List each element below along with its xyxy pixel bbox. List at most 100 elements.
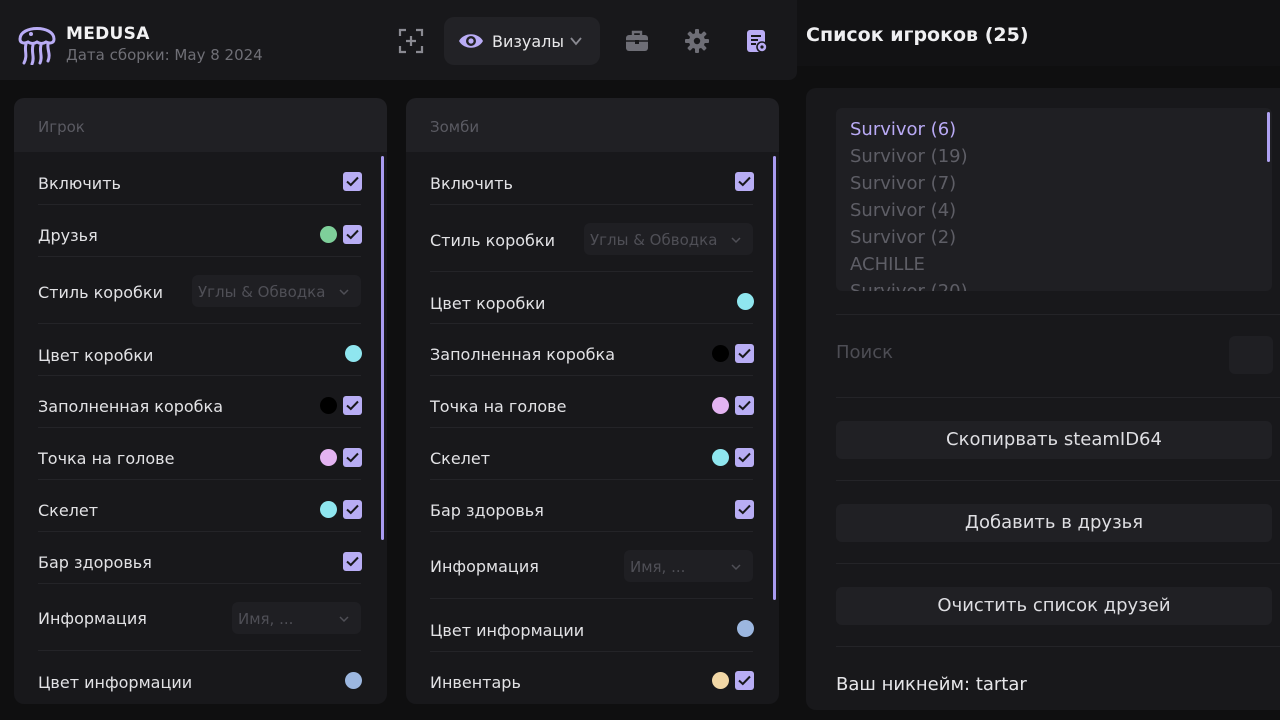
select-value: Имя, ... [630,558,686,576]
player-info-row: Информация Имя, ... [38,584,361,651]
row-label: Скелет [38,501,99,520]
row-label: Цвет коробки [38,346,154,365]
player-skeleton-row: Скелет [38,480,362,532]
zombie-head-dot-row: Точка на голове [430,376,754,428]
head-dot-color-swatch[interactable] [320,449,337,466]
row-label: Цвет коробки [430,294,546,313]
zombie-inventory-checkbox[interactable] [735,671,754,690]
player-filled-box-checkbox[interactable] [343,396,362,415]
zombie-inventory-row: Инвентарь [430,652,754,704]
brand-title: MEDUSA [66,24,150,44]
select-value: Имя, ... [238,610,294,628]
box-color-swatch[interactable] [737,293,754,310]
info-color-swatch[interactable] [737,620,754,637]
player-list-item[interactable]: Survivor (2) [850,227,956,248]
divider [836,563,1280,564]
crosshair-icon[interactable] [398,28,424,54]
player-list-item[interactable]: Survivor (20) [850,281,968,291]
box-color-swatch[interactable] [345,345,362,362]
row-label: Бар здоровья [430,501,544,520]
filled-box-color-swatch[interactable] [320,397,337,414]
row-label: Точка на голове [38,449,175,468]
briefcase-icon[interactable] [624,28,650,54]
zombie-health-bar-checkbox[interactable] [735,500,754,519]
row-label: Стиль коробки [430,231,555,250]
player-box-color-row: Цвет коробки [38,324,362,376]
player-box-style-select[interactable]: Углы & Обводка [192,275,361,307]
zombie-box-style-row: Стиль коробки Углы & Обводка [430,205,753,272]
zombie-panel-title: Зомби [406,98,779,152]
inventory-color-swatch[interactable] [712,672,729,689]
nickname-label: Ваш никнейм: tartar [836,674,1027,695]
zombie-info-select[interactable]: Имя, ... [624,550,753,582]
visuals-tab-button[interactable]: Визуалы [444,17,600,65]
zombie-panel-scrollbar[interactable] [773,156,776,600]
player-list-item[interactable]: Survivor (7) [850,173,956,194]
search-input[interactable] [1229,336,1273,374]
player-list-title: Список игроков (25) [806,24,1029,46]
friends-color-swatch[interactable] [320,226,337,243]
select-value: Углы & Обводка [198,283,326,301]
row-label: Информация [38,609,147,628]
zombie-enable-checkbox[interactable] [735,172,754,191]
row-label: Точка на голове [430,397,567,416]
player-friends-checkbox[interactable] [343,225,362,244]
player-info-color-row: Цвет информации [38,651,362,704]
chevron-down-icon [339,289,349,296]
player-list-item[interactable]: Survivor (6) [850,119,956,140]
skeleton-color-swatch[interactable] [712,449,729,466]
player-list-item[interactable]: ACHILLE [850,254,925,275]
row-label: Заполненная коробка [38,397,224,416]
player-box-style-row: Стиль коробки Углы & Обводка [38,257,361,324]
info-color-swatch[interactable] [345,672,362,689]
row-label: Цвет информации [38,673,193,692]
row-label: Друзья [38,226,98,245]
player-list-item[interactable]: Survivor (4) [850,200,956,221]
copy-steamid-button[interactable]: Скопирвать steamID64 [836,421,1272,459]
divider [836,480,1280,481]
player-health-bar-row: Бар здоровья [38,532,362,584]
build-date: Дата сборки: May 8 2024 [66,46,263,64]
chevron-down-icon [570,37,582,46]
zombie-skeleton-row: Скелет [430,428,754,480]
add-friend-button[interactable]: Добавить в друзья [836,504,1272,542]
search-label: Поиск [836,342,894,363]
chevron-down-icon [339,616,349,623]
player-list-item[interactable]: Survivor (19) [850,146,968,167]
player-enable-row: Включить [38,152,362,205]
zombie-box-style-select[interactable]: Углы & Обводка [584,223,753,255]
head-dot-color-swatch[interactable] [712,397,729,414]
player-info-select[interactable]: Имя, ... [232,602,361,634]
row-label: Цвет информации [430,621,585,640]
player-filled-box-row: Заполненная коробка [38,376,362,428]
zombie-health-bar-row: Бар здоровья [430,480,754,532]
zombie-skeleton-checkbox[interactable] [735,448,754,467]
divider [836,397,1280,398]
clear-friends-button[interactable]: Очистить список друзей [836,587,1272,625]
row-label: Включить [430,174,513,193]
player-esp-panel: Игрок Включить Друзья Стиль коробки Углы… [14,98,387,704]
player-skeleton-checkbox[interactable] [343,500,362,519]
player-panel-title: Игрок [14,98,387,152]
gear-icon[interactable] [684,28,710,54]
top-bar: MEDUSA Дата сборки: May 8 2024 Визуалы [0,0,797,80]
player-enable-checkbox[interactable] [343,172,362,191]
script-icon[interactable] [743,28,769,54]
chevron-down-icon [731,237,741,244]
player-head-dot-checkbox[interactable] [343,448,362,467]
row-label: Инвентарь [430,673,521,692]
chevron-down-icon [731,564,741,571]
row-label: Включить [38,174,121,193]
visuals-tab-label: Визуалы [492,32,565,51]
jellyfish-logo-icon [18,27,56,65]
divider [836,314,1280,315]
player-list-scrollbar[interactable] [1267,112,1270,162]
player-panel-scrollbar[interactable] [381,156,384,540]
zombie-head-dot-checkbox[interactable] [735,396,754,415]
player-list: Survivor (6) Survivor (19) Survivor (7) … [836,108,1272,291]
zombie-enable-row: Включить [430,152,754,205]
filled-box-color-swatch[interactable] [712,345,729,362]
player-health-bar-checkbox[interactable] [343,552,362,571]
zombie-filled-box-checkbox[interactable] [735,344,754,363]
skeleton-color-swatch[interactable] [320,501,337,518]
